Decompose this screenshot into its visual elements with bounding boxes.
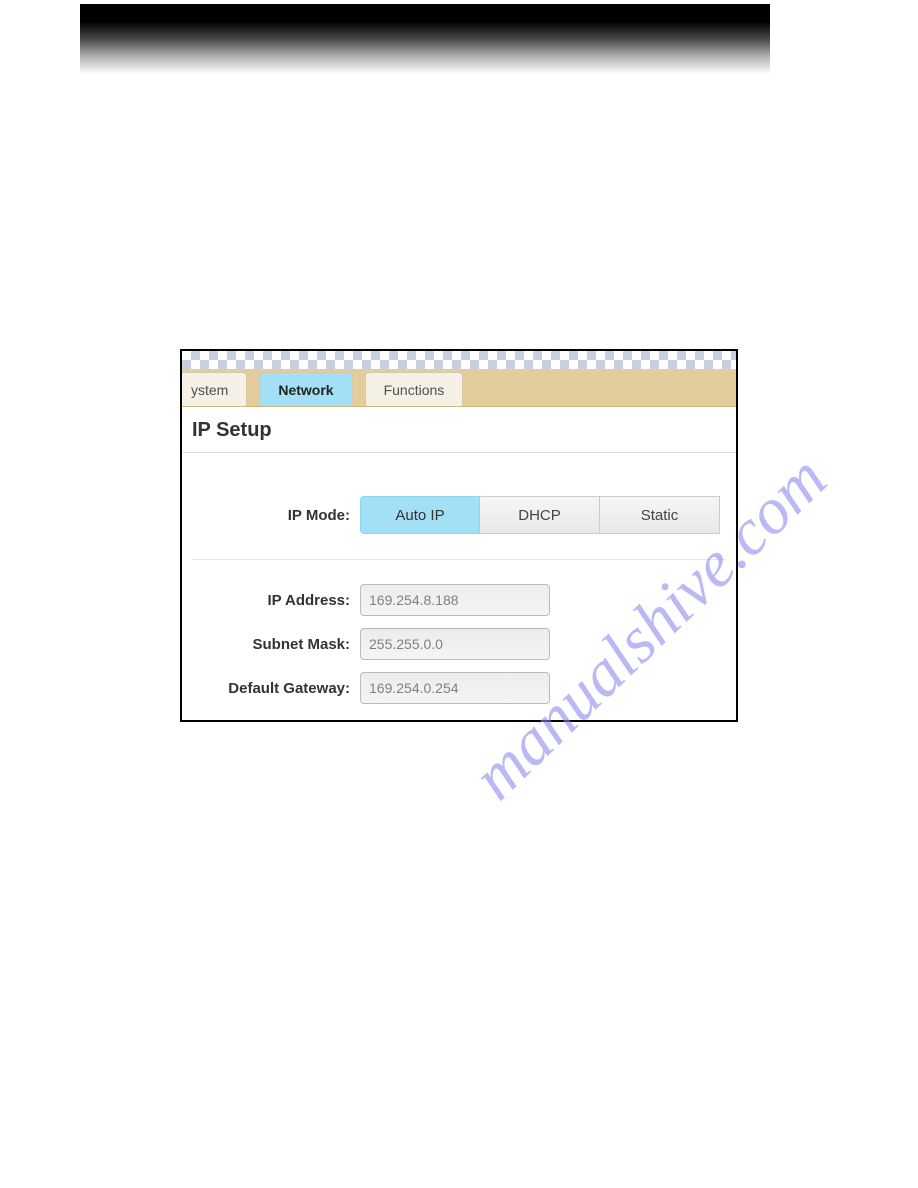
tab-bar: ystem Network Functions: [182, 369, 736, 407]
tab-system[interactable]: ystem: [180, 372, 247, 406]
page-header-banner: [80, 4, 770, 74]
section-title: IP Setup: [182, 407, 736, 453]
ip-mode-static-button[interactable]: Static: [600, 496, 720, 534]
content-panel: IP Setup IP Mode: Auto IP DHCP Static IP…: [182, 407, 736, 720]
divider: [192, 559, 726, 560]
ip-mode-button-group: Auto IP DHCP Static: [360, 496, 720, 534]
ip-setup-form: IP Mode: Auto IP DHCP Static IP Address:…: [182, 453, 736, 710]
default-gateway-input[interactable]: [360, 672, 550, 704]
ip-address-input[interactable]: [360, 584, 550, 616]
transparency-checker: [182, 351, 736, 369]
subnet-mask-row: Subnet Mask:: [182, 622, 736, 666]
ip-mode-row: IP Mode: Auto IP DHCP Static: [182, 493, 736, 537]
default-gateway-row: Default Gateway:: [182, 666, 736, 710]
network-config-screenshot: ystem Network Functions IP Setup IP Mode…: [180, 349, 738, 722]
ip-mode-label: IP Mode:: [182, 507, 360, 524]
tab-functions[interactable]: Functions: [365, 372, 464, 406]
ip-mode-dhcp-button[interactable]: DHCP: [480, 496, 600, 534]
subnet-mask-input[interactable]: [360, 628, 550, 660]
subnet-mask-label: Subnet Mask:: [182, 636, 360, 653]
ip-mode-auto-button[interactable]: Auto IP: [360, 496, 480, 534]
tab-network[interactable]: Network: [259, 372, 352, 406]
ip-address-label: IP Address:: [182, 592, 360, 609]
default-gateway-label: Default Gateway:: [182, 680, 360, 697]
ip-address-row: IP Address:: [182, 578, 736, 622]
